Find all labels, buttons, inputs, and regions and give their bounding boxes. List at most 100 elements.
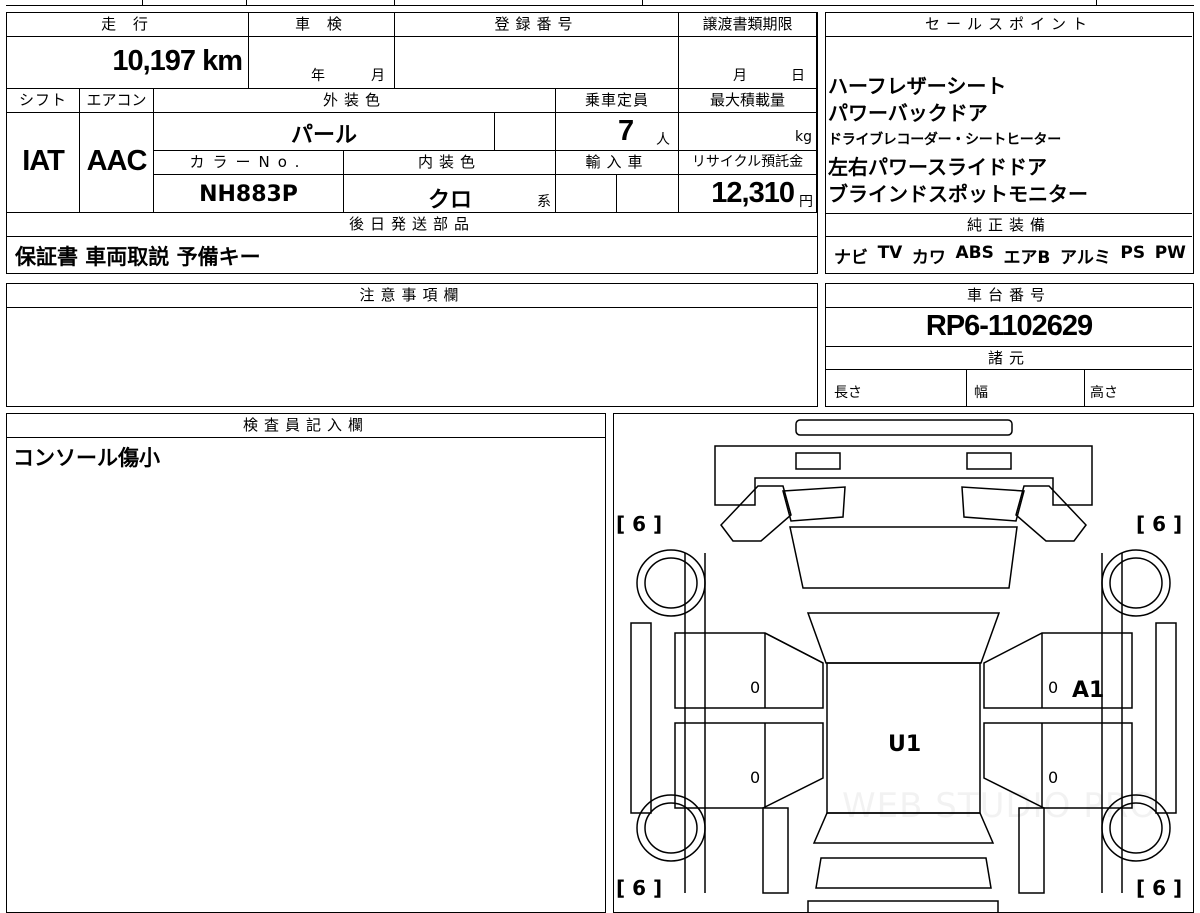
front-fender-right-shape bbox=[1015, 485, 1087, 542]
sales-point-item: ドライブレコーダー・シートヒーター bbox=[828, 132, 1061, 148]
inspection-year-unit: 年 bbox=[311, 68, 325, 84]
a-pillar-left-shape bbox=[782, 486, 846, 522]
inspection-cell: 年 月 bbox=[249, 37, 395, 89]
rear-window-shape bbox=[815, 857, 992, 889]
transfer-deadline-cell: 月 日 bbox=[679, 37, 817, 89]
capacity-header: 乗車定員 bbox=[556, 89, 679, 113]
interior-color-header: 内装色 bbox=[344, 151, 556, 175]
wheel-rear-left-rim bbox=[644, 802, 698, 854]
registration-cell bbox=[395, 37, 679, 89]
front-bumper-shape bbox=[795, 419, 1013, 436]
top-edge-strip bbox=[6, 0, 1194, 6]
equipment-pw: PW bbox=[1154, 243, 1186, 263]
capacity-unit: 人 bbox=[656, 132, 670, 148]
damage-mark-u1: U1 bbox=[888, 732, 922, 757]
transfer-month-unit: 月 bbox=[733, 68, 747, 84]
front-body-shape bbox=[714, 445, 1093, 506]
rear-bumper-shape bbox=[807, 900, 999, 913]
headlight-right-shape bbox=[966, 452, 1012, 470]
exterior-color-header: 外装色 bbox=[154, 89, 556, 113]
sill-left-shape bbox=[630, 622, 652, 814]
spec-length-label: 長さ bbox=[834, 385, 862, 401]
rear-quarter-left-shape bbox=[762, 807, 789, 894]
recycle-value: 12,310 bbox=[711, 177, 795, 209]
sales-points-list: ハーフレザーシート パワーバックドア ドライブレコーダー・シートヒーター 左右パ… bbox=[828, 73, 1088, 208]
capacity-cell: 7 人 bbox=[556, 113, 679, 151]
spec-height-label: 高さ bbox=[1090, 385, 1118, 401]
shift-header: シフト bbox=[7, 89, 80, 113]
windshield-shape bbox=[789, 526, 1018, 589]
roof-front-shape bbox=[806, 612, 1001, 664]
color-no-header: カラーNo. bbox=[154, 151, 344, 175]
equipment-airbag: エアB bbox=[1003, 248, 1051, 268]
mileage-value: 10,197 km bbox=[112, 45, 243, 77]
import-header: 輸入車 bbox=[556, 151, 679, 175]
inspector-header: 検査員記入欄 bbox=[7, 414, 605, 438]
wheel-rear-left-shape bbox=[636, 794, 706, 862]
transfer-deadline-header: 譲渡書類期限 bbox=[679, 13, 817, 37]
sales-point-item: パワーバックドア bbox=[828, 101, 988, 125]
door-fr-mark: 0 bbox=[1048, 678, 1059, 697]
sill-right-shape bbox=[1155, 622, 1177, 814]
sales-point-item: ハーフレザーシート bbox=[828, 74, 1007, 98]
tire-front-left-label: [ 6 ] bbox=[616, 512, 663, 536]
equipment-alloy: アルミ bbox=[1059, 248, 1111, 268]
equipment-leather: カワ bbox=[911, 248, 946, 268]
vehicle-info-table: 走 行 車 検 登録番号 譲渡書類期限 10,197 km 年 月 月 日 シフ… bbox=[6, 12, 818, 274]
equipment-tv: TV bbox=[877, 243, 903, 263]
color-no-value: NH883P bbox=[199, 182, 298, 207]
specs-header: 諸元 bbox=[826, 346, 1192, 370]
max-load-cell: kg bbox=[679, 113, 817, 151]
import-cell-b bbox=[617, 175, 679, 213]
tire-front-right-label: [ 6 ] bbox=[1136, 512, 1183, 536]
car-diagram-panel: [ 6 ] [ 6 ] [ 6 ] [ 6 ] 0 0 0 0 A1 U1 WE… bbox=[613, 413, 1194, 913]
wheel-front-right-shape bbox=[1101, 549, 1171, 617]
sales-point-item: 左右パワースライドドア bbox=[828, 155, 1047, 179]
door-front-left-glass bbox=[764, 632, 824, 708]
transfer-day-unit: 日 bbox=[791, 68, 805, 84]
door-fl-mark: 0 bbox=[750, 678, 761, 697]
wheel-front-left-rim bbox=[644, 557, 698, 609]
mileage-header: 走 行 bbox=[7, 13, 249, 37]
equipment-ps: PS bbox=[1120, 243, 1146, 263]
car-diagram bbox=[630, 419, 1177, 913]
door-rear-left-shape bbox=[674, 722, 824, 809]
chassis-header: 車台番号 bbox=[826, 284, 1192, 308]
front-fender-left-shape bbox=[720, 485, 792, 542]
later-parts-header: 後日発送部品 bbox=[7, 213, 817, 237]
recycle-cell: 12,310 円 bbox=[679, 175, 817, 213]
inspector-panel: 検査員記入欄 コンソール傷小 bbox=[6, 413, 606, 913]
aircon-cell: AAC bbox=[80, 113, 154, 213]
later-parts-value: 保証書 車両取説 予備キー bbox=[15, 245, 261, 269]
a-pillar-right-shape bbox=[961, 486, 1025, 522]
notes-panel: 注意事項欄 bbox=[6, 283, 818, 407]
exterior-color-value: パール bbox=[290, 123, 357, 148]
door-rr-mark: 0 bbox=[1048, 768, 1059, 787]
max-load-header: 最大積載量 bbox=[679, 89, 817, 113]
door-rl-mark: 0 bbox=[750, 768, 761, 787]
standard-equipment-header: 純正装備 bbox=[826, 213, 1192, 237]
exterior-color-cell: パール bbox=[154, 113, 495, 151]
interior-color-value: クロ bbox=[428, 188, 473, 213]
color-no-cell: NH883P bbox=[154, 175, 344, 213]
headlight-left-shape bbox=[795, 452, 841, 470]
inspection-month-unit: 月 bbox=[371, 68, 385, 84]
recycle-unit: 円 bbox=[799, 194, 813, 210]
notes-header: 注意事項欄 bbox=[7, 284, 817, 308]
registration-header: 登録番号 bbox=[395, 13, 679, 37]
aircon-value: AAC bbox=[86, 145, 148, 177]
shift-cell: IAT bbox=[7, 113, 80, 213]
chassis-panel: 車台番号 RP6-1102629 諸元 長さ 幅 高さ bbox=[825, 283, 1194, 407]
recycle-header: リサイクル預託金 bbox=[679, 151, 817, 175]
shift-value: IAT bbox=[22, 145, 65, 177]
standard-equipment-list: ナビ TV カワ ABS エアB アルミ PS PW bbox=[834, 243, 1186, 268]
equipment-navi: ナビ bbox=[834, 248, 868, 268]
wheel-front-left-shape bbox=[636, 549, 706, 617]
tire-rear-right-label: [ 6 ] bbox=[1136, 876, 1183, 900]
tire-rear-left-label: [ 6 ] bbox=[616, 876, 663, 900]
spec-width-label: 幅 bbox=[974, 385, 988, 401]
inspection-header: 車 検 bbox=[249, 13, 395, 37]
exterior-color-extra-cell bbox=[495, 113, 556, 151]
sales-point-item: ブラインドスポットモニター bbox=[828, 182, 1088, 206]
equipment-abs: ABS bbox=[955, 243, 994, 263]
